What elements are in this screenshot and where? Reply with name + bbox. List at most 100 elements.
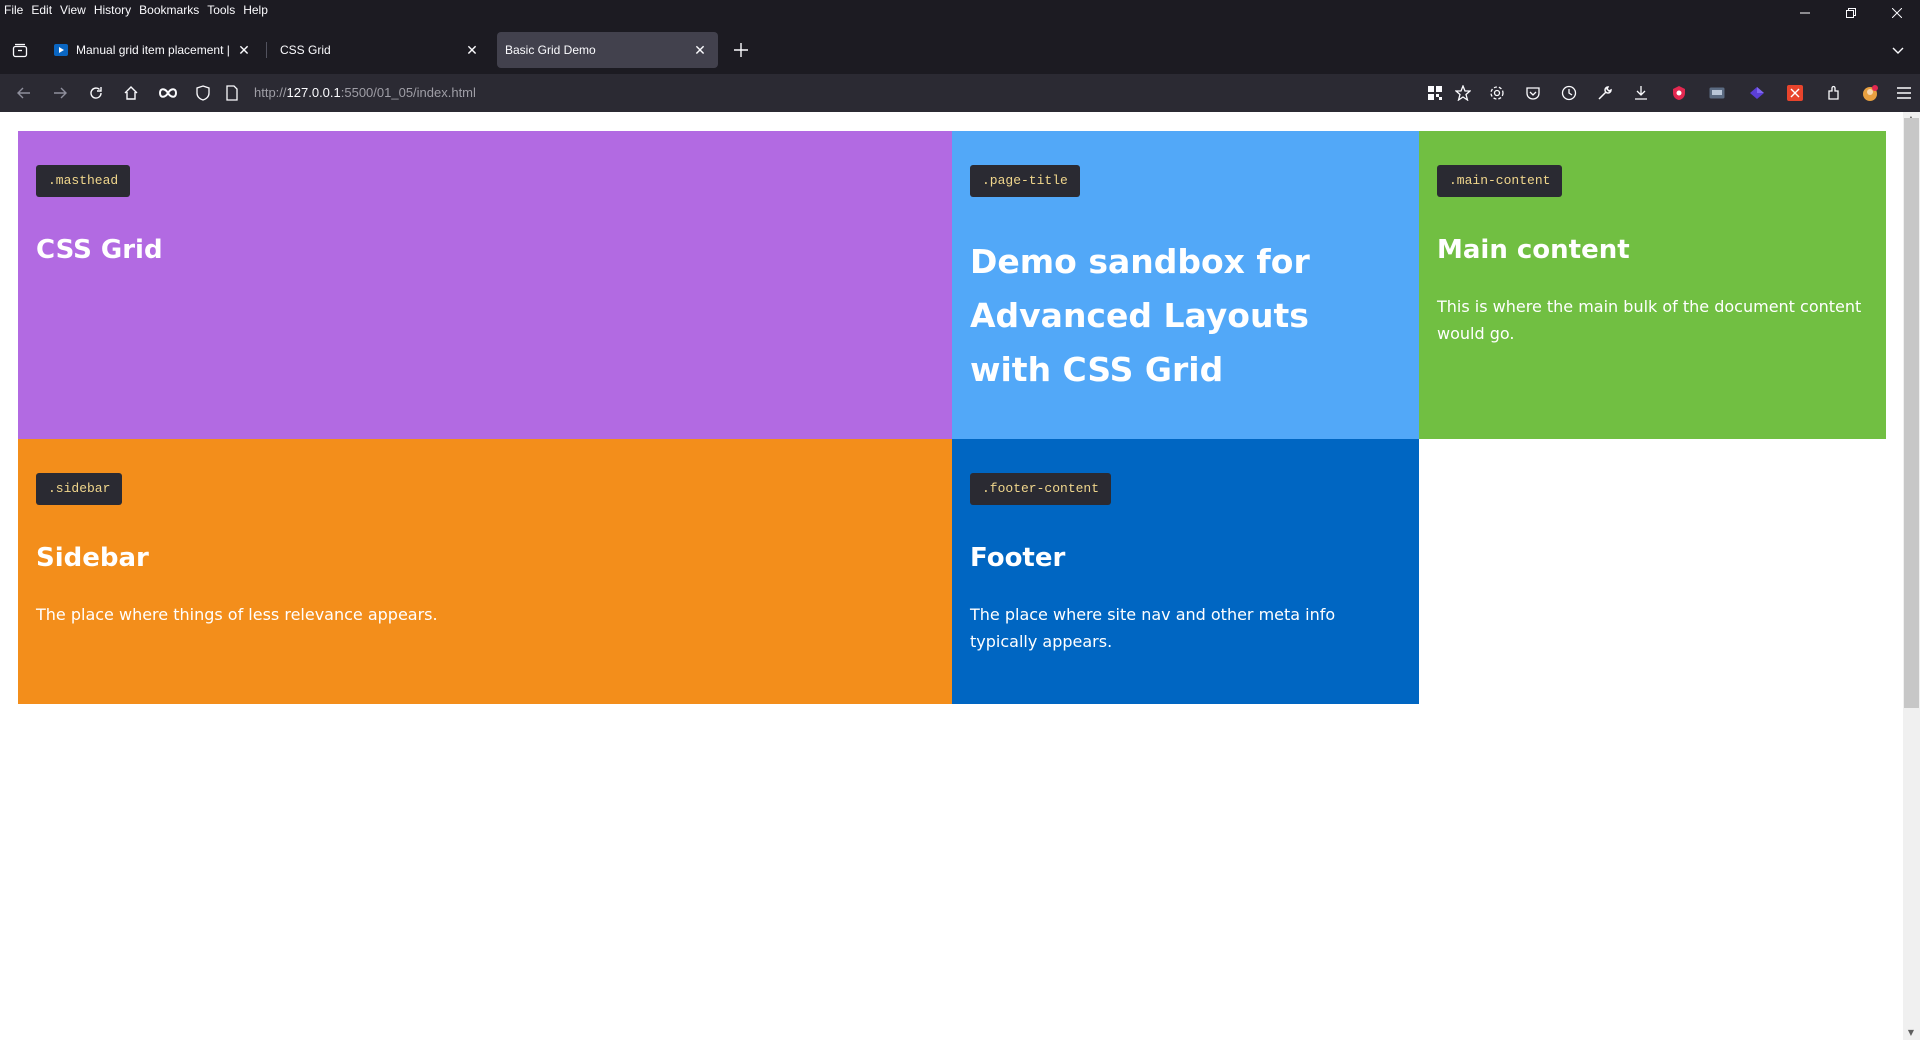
- url-path: :5500/01_05/index.html: [340, 85, 476, 100]
- firefox-view-button[interactable]: [0, 30, 40, 70]
- close-icon: [1892, 8, 1902, 18]
- extension-infinity-button[interactable]: [152, 77, 184, 109]
- plus-icon: [734, 43, 748, 57]
- reload-icon: [90, 87, 102, 99]
- tab-close-button[interactable]: ✕: [462, 40, 482, 60]
- navigation-bar: http://127.0.0.1:5500/01_05/index.html: [0, 74, 1920, 112]
- tab-basic-grid-demo[interactable]: Basic Grid Demo ✕: [497, 32, 718, 68]
- back-button[interactable]: [8, 77, 40, 109]
- menu-bar: File Edit View History Bookmarks Tools H…: [0, 0, 1920, 20]
- extension-purple-button[interactable]: [1741, 77, 1773, 109]
- tools-button[interactable]: [1589, 77, 1621, 109]
- footer-section: .footer-content Footer The place where s…: [952, 439, 1419, 704]
- menu-bookmarks[interactable]: Bookmarks: [135, 0, 203, 20]
- video-favicon-icon: [54, 44, 68, 56]
- tab-separator: [266, 42, 267, 58]
- url-scheme: http://: [254, 85, 287, 100]
- url-text[interactable]: http://127.0.0.1:5500/01_05/index.html: [254, 85, 476, 100]
- arrow-left-icon: [17, 87, 30, 99]
- page-title-heading: Demo sandbox for Advanced Layouts with C…: [970, 242, 1310, 389]
- tab-label: Basic Grid Demo: [505, 43, 596, 57]
- scroll-down-arrow-icon[interactable]: ▼: [1906, 1028, 1916, 1038]
- bookmark-star-button[interactable]: [1447, 77, 1479, 109]
- extension-screen-button[interactable]: [1701, 77, 1733, 109]
- scrollbar-thumb[interactable]: [1904, 118, 1919, 708]
- save-to-pocket-icon: [1526, 87, 1540, 100]
- menu-view[interactable]: View: [56, 0, 90, 20]
- star-icon: [1455, 85, 1471, 101]
- footer-heading: Footer: [970, 543, 1066, 573]
- history-button[interactable]: [1553, 77, 1585, 109]
- tab-close-button[interactable]: ✕: [690, 40, 710, 60]
- list-all-tabs-button[interactable]: [1884, 36, 1912, 64]
- app-menu-button[interactable]: [1888, 77, 1920, 109]
- account-avatar-button[interactable]: [1854, 77, 1886, 109]
- masthead-section: .masthead CSS Grid: [18, 131, 952, 439]
- url-bar[interactable]: http://127.0.0.1:5500/01_05/index.html: [190, 77, 1390, 109]
- extension-orange-button[interactable]: [1779, 77, 1811, 109]
- red-shield-extension-icon: [1673, 86, 1685, 100]
- menu-history[interactable]: History: [90, 0, 135, 20]
- footer-class-tag: .footer-content: [970, 473, 1112, 505]
- clock-icon: [1561, 85, 1577, 101]
- main-content-heading: Main content: [1437, 235, 1630, 265]
- settings-button[interactable]: [1481, 77, 1513, 109]
- forward-button[interactable]: [44, 77, 76, 109]
- main-content-text: This is where the main bulk of the docum…: [1437, 297, 1862, 343]
- new-tab-button[interactable]: [727, 36, 755, 64]
- chevron-down-icon: [1892, 47, 1904, 54]
- tab-manual-grid[interactable]: Manual grid item placement | L ✕: [46, 32, 262, 68]
- page-icon[interactable]: [226, 85, 238, 104]
- masthead-heading: CSS Grid: [36, 235, 163, 265]
- menu-edit[interactable]: Edit: [27, 0, 56, 20]
- orange-extension-icon: [1787, 85, 1803, 101]
- saved-items-button[interactable]: [1517, 77, 1549, 109]
- page-title-section: .page-title Demo sandbox for Advanced La…: [952, 131, 1419, 439]
- screen-extension-icon: [1709, 87, 1725, 99]
- restore-icon: [1846, 8, 1856, 18]
- tab-label: CSS Grid: [280, 43, 331, 57]
- home-icon: [124, 86, 138, 100]
- tab-close-button[interactable]: ✕: [234, 40, 254, 60]
- sidebar-class-tag: .sidebar: [36, 473, 123, 505]
- wrench-icon: [1598, 86, 1612, 100]
- sidebar-text: The place where things of less relevance…: [36, 605, 438, 624]
- vertical-scrollbar[interactable]: ▲ ▼: [1903, 112, 1920, 1040]
- sidebar-section: .sidebar Sidebar The place where things …: [18, 439, 952, 704]
- main-content-class-tag: .main-content: [1437, 165, 1563, 197]
- masthead-class-tag: .masthead: [36, 165, 131, 197]
- tab-label: Manual grid item placement | L: [76, 43, 234, 57]
- menu-help[interactable]: Help: [239, 0, 272, 20]
- hamburger-menu-icon: [1897, 87, 1911, 99]
- menu-tools[interactable]: Tools: [203, 0, 239, 20]
- download-icon: [1635, 86, 1647, 100]
- puzzle-icon: [1828, 85, 1839, 100]
- arrow-right-icon: [54, 87, 67, 99]
- minimize-button[interactable]: [1782, 0, 1828, 26]
- avatar-icon: [1863, 85, 1878, 101]
- downloads-button[interactable]: [1625, 77, 1657, 109]
- close-window-button[interactable]: [1874, 0, 1920, 26]
- url-host: 127.0.0.1: [286, 85, 341, 100]
- tab-strip: Manual grid item placement | L ✕ CSS Gri…: [0, 26, 1920, 74]
- restore-button[interactable]: [1828, 0, 1874, 26]
- window-controls: [1782, 0, 1920, 26]
- firefox-view-icon: [12, 43, 28, 58]
- sidebar-heading: Sidebar: [36, 543, 149, 573]
- minimize-icon: [1800, 12, 1810, 14]
- footer-text: The place where site nav and other meta …: [970, 605, 1336, 651]
- page-viewport: .masthead CSS Grid .page-title Demo sand…: [0, 112, 1920, 1040]
- shield-icon[interactable]: [196, 85, 210, 104]
- main-content-section: .main-content Main content This is where…: [1419, 131, 1886, 439]
- page-title-class-tag: .page-title: [970, 165, 1080, 197]
- extension-red-button[interactable]: [1663, 77, 1695, 109]
- gear-icon: [1490, 86, 1504, 100]
- tab-css-grid[interactable]: CSS Grid ✕: [272, 32, 490, 68]
- infinity-icon: [159, 88, 177, 98]
- menu-file[interactable]: File: [0, 0, 27, 20]
- purple-diamond-extension-icon: [1750, 87, 1764, 99]
- extensions-button[interactable]: [1818, 77, 1850, 109]
- home-button[interactable]: [115, 77, 147, 109]
- qr-code-icon: [1428, 86, 1442, 100]
- reload-button[interactable]: [80, 77, 112, 109]
